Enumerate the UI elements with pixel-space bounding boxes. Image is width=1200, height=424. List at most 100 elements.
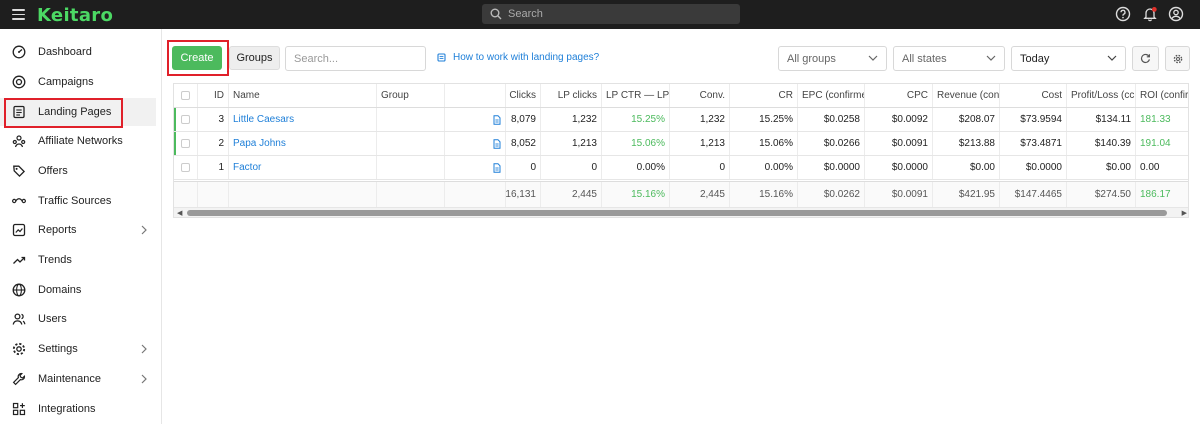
cell-name-link[interactable]: Factor [229,156,377,179]
total-cost: $147.4465 [1000,182,1067,207]
totals-empty [377,182,445,207]
cell-roi: 191.04 [1140,138,1171,149]
column-header-roi[interactable]: ROI (confirme [1136,84,1188,107]
create-button[interactable]: Create [172,46,222,70]
integrations-grid-icon [11,402,26,417]
column-header-epc[interactable]: EPC (confirmed [798,84,865,107]
horizontal-scrollbar[interactable]: ◀ ▶ [174,208,1188,217]
cell-lp-clicks: 1,232 [541,108,602,131]
groups-select-value: All groups [787,52,836,65]
column-header-id[interactable]: ID [198,84,229,107]
cell-name-link[interactable]: Papa Johns [229,132,377,155]
cell-epc: $0.0266 [798,132,865,155]
total-epc: $0.0262 [798,182,865,207]
sidebar-item-domains[interactable]: Domains [0,276,156,304]
tag-icon [11,164,26,179]
cell-cr: 0.00% [730,156,798,179]
global-search-input[interactable]: Search [482,4,740,24]
row-checkbox[interactable] [174,108,198,131]
search-input[interactable]: Search... [285,46,426,71]
column-header-revenue[interactable]: Revenue (confi [933,84,1000,107]
sidebar-item-trends[interactable]: Trends [0,246,156,274]
sidebar-item-label: Reports [38,224,77,236]
logo[interactable]: Keitaro [37,5,113,26]
page-preview-icon[interactable] [493,114,501,125]
notification-bell-icon[interactable] [1142,6,1158,22]
sidebar-item-label: Users [38,313,67,325]
groups-button[interactable]: Groups [229,46,280,70]
sidebar-item-reports[interactable]: Reports [0,216,156,244]
column-settings-button[interactable] [1165,46,1190,71]
total-clicks: 16,131 [506,182,541,207]
cell-preview[interactable] [445,132,506,155]
chevron-right-icon [141,374,147,384]
chevron-down-icon [986,55,996,61]
cell-lp-ctr: 15.06% [602,132,670,155]
cell-clicks: 8,052 [506,132,541,155]
table-row[interactable]: 1 Factor 0 0 0.00% 0 0.00% $0.0000 $0.00… [174,156,1188,180]
user-account-icon[interactable] [1168,6,1184,22]
cell-id: 1 [198,156,229,179]
scroll-right-arrow-icon[interactable]: ▶ [1182,209,1187,217]
states-select[interactable]: All states [893,46,1005,71]
wrench-icon [11,372,26,387]
menu-icon[interactable] [12,9,25,20]
cell-epc: $0.0000 [798,156,865,179]
cell-lp-ctr: 0.00% [602,156,670,179]
cell-cost: $73.9594 [1000,108,1067,131]
howto-link[interactable]: How to work with landing pages? [437,52,599,63]
scrollbar-thumb[interactable] [187,210,1167,216]
column-header-cpc[interactable]: CPC [865,84,933,107]
table-header: ID Name Group Clicks LP clicks LP CTR — … [174,84,1188,108]
cell-cpc: $0.0091 [865,132,933,155]
users-icon [11,312,26,327]
sidebar-item-dashboard[interactable]: Dashboard [0,38,156,66]
table-row[interactable]: 3 Little Caesars 8,079 1,232 15.25% 1,23… [174,108,1188,132]
sidebar-item-users[interactable]: Users [0,305,156,333]
landing-pages-table: ID Name Group Clicks LP clicks LP CTR — … [173,83,1189,218]
column-header-lp-ctr[interactable]: LP CTR — LP C [602,84,670,107]
sidebar-item-label: Affiliate Networks [38,135,123,147]
totals-empty [445,182,506,207]
select-all-checkbox[interactable] [174,84,198,107]
chevron-right-icon [141,225,147,235]
chevron-right-icon [141,344,147,354]
cell-name-link[interactable]: Little Caesars [229,108,377,131]
row-checkbox[interactable] [174,156,198,179]
totals-empty [198,182,229,207]
cell-profit: $0.00 [1067,156,1136,179]
column-header-clicks[interactable]: Clicks [506,84,541,107]
column-header-conv[interactable]: Conv. [670,84,730,107]
column-header-name[interactable]: Name [229,84,377,107]
groups-select[interactable]: All groups [778,46,887,71]
column-header-cost[interactable]: Cost [1000,84,1067,107]
cell-revenue: $0.00 [933,156,1000,179]
sidebar-item-integrations[interactable]: Integrations [0,395,156,423]
sidebar-item-settings[interactable]: Settings [0,335,156,363]
sidebar-item-offers[interactable]: Offers [0,157,156,185]
sidebar-item-traffic-sources[interactable]: Traffic Sources [0,187,156,215]
totals-empty [229,182,377,207]
cell-lp-clicks: 0 [541,156,602,179]
sidebar-item-maintenance[interactable]: Maintenance [0,365,156,393]
sidebar-item-campaigns[interactable]: Campaigns [0,68,156,96]
row-checkbox[interactable] [174,132,198,155]
sidebar-item-affiliate-networks[interactable]: Affiliate Networks [0,127,156,155]
sidebar-item-label: Settings [38,343,78,355]
period-select[interactable]: Today [1011,46,1126,71]
cell-preview[interactable] [445,108,506,131]
cell-preview[interactable] [445,156,506,179]
cell-profit: $140.39 [1067,132,1136,155]
column-header-profit[interactable]: Profit/Loss (cc [1067,84,1136,107]
column-header-lp-clicks[interactable]: LP clicks [541,84,602,107]
table-row[interactable]: 2 Papa Johns 8,052 1,213 15.06% 1,213 15… [174,132,1188,156]
page-preview-icon[interactable] [493,162,501,173]
help-icon[interactable] [1115,6,1131,22]
traffic-icon [11,194,26,209]
column-header-cr[interactable]: CR [730,84,798,107]
refresh-button[interactable] [1132,46,1159,71]
column-header-group[interactable]: Group [377,84,445,107]
globe-icon [11,283,26,298]
scroll-left-arrow-icon[interactable]: ◀ [177,209,182,217]
page-preview-icon[interactable] [493,138,501,149]
